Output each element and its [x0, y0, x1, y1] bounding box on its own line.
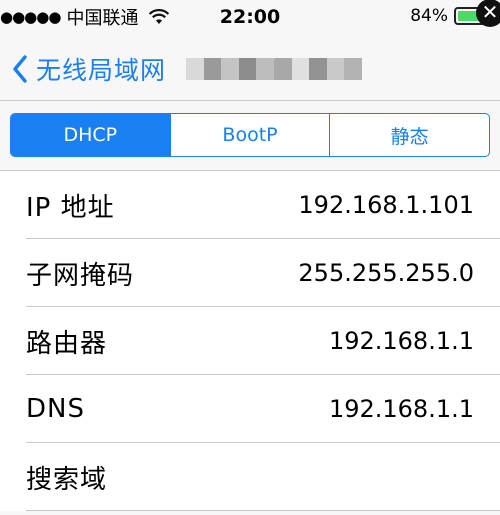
row-value: 255.255.255.0	[298, 259, 474, 287]
table-row-search-domain[interactable]: 搜索域	[0, 443, 500, 511]
row-label: 路由器	[26, 328, 108, 359]
network-info-table: IP 地址 192.168.1.101 子网掩码 255.255.255.0 路…	[0, 170, 500, 511]
table-row-dns[interactable]: DNS 192.168.1.1	[0, 375, 500, 443]
row-label: DNS	[26, 394, 85, 424]
segment-static[interactable]: 静态	[329, 114, 489, 156]
network-name-redacted	[186, 58, 362, 80]
row-label: IP 地址	[26, 192, 115, 223]
ip-config-segmented-control: DHCP BootP 静态	[10, 113, 490, 157]
row-value: 192.168.1.1	[328, 327, 474, 355]
table-row-subnet-mask[interactable]: 子网掩码 255.255.255.0	[0, 239, 500, 307]
row-label: 搜索域	[26, 464, 108, 495]
chevron-left-icon	[13, 55, 27, 83]
row-label: 子网掩码	[26, 260, 135, 291]
segment-bootp[interactable]: BootP	[169, 114, 330, 156]
status-bar: ●●●●● 中国联通 22:00 84% ✕	[0, 0, 500, 38]
row-value: 192.168.1.1	[328, 395, 474, 423]
status-right: 84% ✕	[410, 0, 500, 27]
table-row-router[interactable]: 路由器 192.168.1.1	[0, 307, 500, 375]
battery-percentage: 84%	[410, 6, 448, 26]
table-row-ip-address[interactable]: IP 地址 192.168.1.101	[0, 171, 500, 239]
segment-dhcp[interactable]: DHCP	[11, 114, 170, 156]
battery-icon: ✕	[454, 0, 500, 27]
close-icon[interactable]: ✕	[476, 0, 500, 27]
back-button-label: 无线局域网	[36, 56, 167, 85]
back-button[interactable]: 无线局域网	[12, 52, 166, 86]
row-value: 192.168.1.101	[298, 191, 474, 219]
